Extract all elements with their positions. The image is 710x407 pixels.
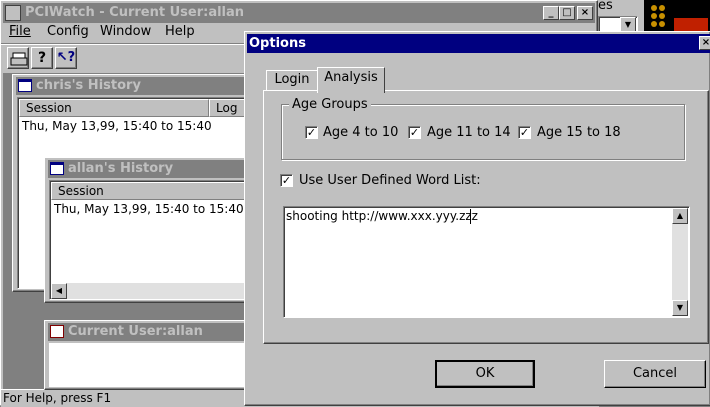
cancel-button[interactable]: Cancel xyxy=(604,360,706,388)
window-icon xyxy=(50,162,64,175)
game-logo-icon xyxy=(651,5,708,32)
menu-help[interactable]: Help xyxy=(165,24,195,39)
dialog-close-button[interactable]: × xyxy=(699,36,710,50)
tab-analysis-label: Analysis xyxy=(324,70,378,85)
column-header-session[interactable]: Session xyxy=(51,182,251,200)
print-icon xyxy=(10,52,28,66)
tab-analysis[interactable]: Analysis xyxy=(317,67,385,93)
allan-history-title: allan's History xyxy=(68,161,174,176)
ok-label: OK xyxy=(475,366,495,381)
text-cursor xyxy=(470,209,471,224)
checkbox-age-15-18[interactable]: ✓ xyxy=(518,126,531,139)
close-icon: × xyxy=(701,37,710,48)
main-title: PCIWatch - Current User:allan xyxy=(25,5,245,20)
pointer-question-icon: ↖? xyxy=(56,50,76,65)
age-groups-title: Age Groups xyxy=(289,97,371,112)
scroll-down-icon[interactable]: ▼ xyxy=(672,300,688,316)
allan-history-window: allan's History Session Thu, May 13,99, … xyxy=(44,157,254,303)
background-game-panel xyxy=(644,0,710,34)
scroll-up-icon[interactable]: ▲ xyxy=(672,208,688,224)
app-icon xyxy=(5,5,21,21)
table-row[interactable]: Thu, May 13,99, 15:40 to 15:40 xyxy=(22,119,212,133)
menu-config[interactable]: Config xyxy=(47,24,89,39)
table-row[interactable]: Thu, May 13,99, 15:40 to 15:40 xyxy=(54,202,244,216)
current-user-window: Current User:allan xyxy=(44,320,254,390)
vertical-scrollbar[interactable]: ▲ ▼ xyxy=(672,208,688,316)
chris-history-title: chris's History xyxy=(36,78,141,93)
label-use-word-list: Use User Defined Word List: xyxy=(299,173,481,188)
scroll-left-icon[interactable]: ◀ xyxy=(51,283,67,299)
menu-window[interactable]: Window xyxy=(100,24,151,39)
print-toolbar-button[interactable] xyxy=(7,47,29,69)
checkbox-age-4-10[interactable]: ✓ xyxy=(305,126,318,139)
question-icon: ? xyxy=(37,50,47,66)
tab-login-label: Login xyxy=(274,72,310,87)
status-text: For Help, press F1 xyxy=(3,391,112,405)
cancel-label: Cancel xyxy=(632,366,678,381)
menu-file[interactable]: File xyxy=(9,24,31,39)
checkbox-use-word-list[interactable]: ✓ xyxy=(280,174,293,187)
close-button[interactable]: × xyxy=(577,6,593,20)
maximize-button[interactable]: □ xyxy=(559,6,575,20)
minimize-button[interactable]: _ xyxy=(543,6,559,20)
context-help-toolbar-button[interactable]: ↖? xyxy=(55,47,77,69)
label-age-11-14: Age 11 to 14 xyxy=(427,125,511,140)
help-toolbar-button[interactable]: ? xyxy=(31,47,53,69)
allan-history-titlebar[interactable]: allan's History xyxy=(48,160,252,178)
column-header-log[interactable]: Log xyxy=(209,99,249,117)
horizontal-scrollbar[interactable]: ◀ xyxy=(51,283,251,299)
word-list-text: shooting http://www.xxx.yyy.zzz xyxy=(286,209,478,223)
checkbox-age-11-14[interactable]: ✓ xyxy=(408,126,421,139)
main-titlebar: PCIWatch - Current User:allan _ □ × xyxy=(3,3,595,23)
column-header-session[interactable]: Session xyxy=(19,99,209,117)
chris-history-titlebar[interactable]: chris's History xyxy=(16,77,248,95)
ok-button[interactable]: OK xyxy=(435,360,535,388)
current-user-body xyxy=(49,343,249,387)
tab-login[interactable]: Login xyxy=(266,70,318,90)
background-window-fragment: es ▼ xyxy=(598,0,644,34)
window-icon xyxy=(18,79,32,92)
options-titlebar[interactable]: Options × xyxy=(247,34,710,53)
options-dialog: Options × Login Analysis Age Groups ✓ Ag… xyxy=(244,31,710,406)
options-title: Options xyxy=(249,36,306,51)
document-icon xyxy=(50,325,64,338)
word-list-textarea[interactable]: shooting http://www.xxx.yyy.zzz ▲ ▼ xyxy=(283,206,690,318)
current-user-titlebar[interactable]: Current User:allan xyxy=(48,323,252,341)
label-age-15-18: Age 15 to 18 xyxy=(537,125,621,140)
current-user-title: Current User:allan xyxy=(68,324,203,339)
background-fragment-text: es xyxy=(598,0,613,13)
label-age-4-10: Age 4 to 10 xyxy=(323,125,399,140)
allan-history-list[interactable]: Session Thu, May 13,99, 15:40 to 15:40 ◀ xyxy=(49,180,253,300)
